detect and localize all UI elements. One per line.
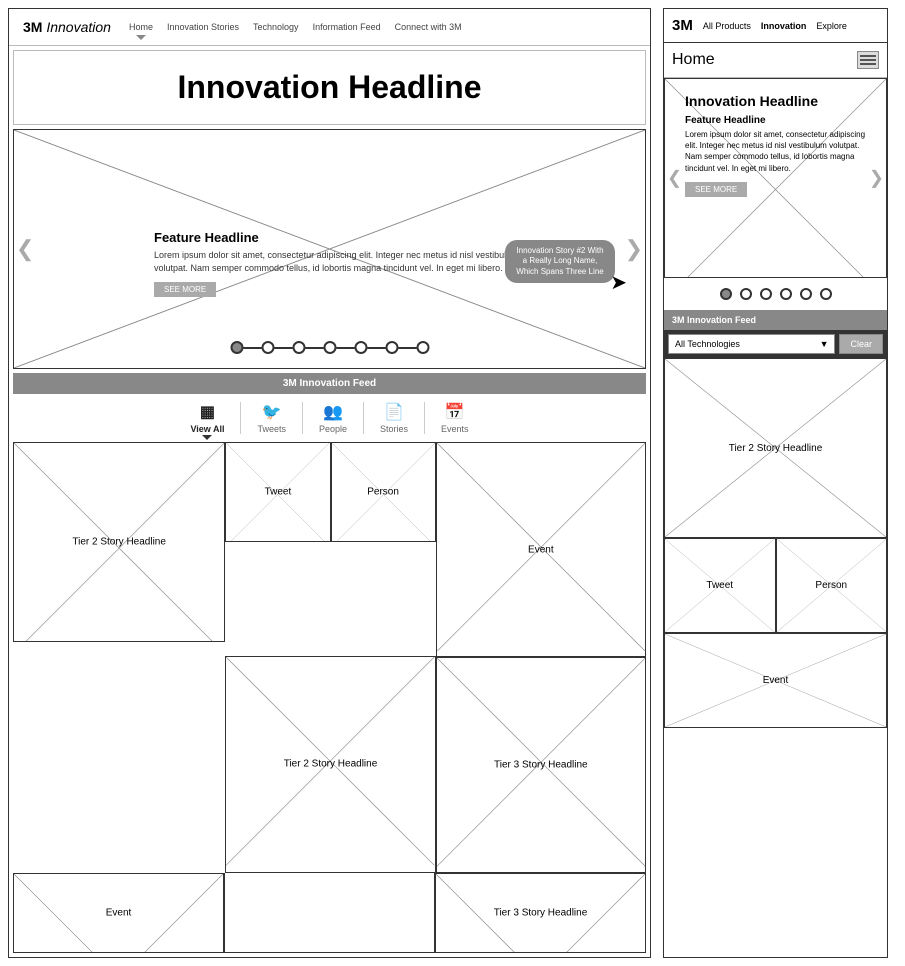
mdot-3[interactable] xyxy=(760,288,772,300)
mobile-wireframe: 3M All Products Innovation Explore Home … xyxy=(663,8,888,958)
mdot-1[interactable] xyxy=(720,288,732,300)
carousel-dots xyxy=(230,341,429,354)
tile-tier2-story-b[interactable]: Tier 2 Story Headline xyxy=(225,656,435,872)
tab-view-all[interactable]: ▦View All xyxy=(174,402,241,434)
story-tooltip: Innovation Story #2 With a Really Long N… xyxy=(505,240,615,283)
mobile-feed-grid: Tier 2 Story Headline Tweet Person Event xyxy=(664,358,887,728)
grid-icon: ▦ xyxy=(190,402,224,422)
mobile-feature-body: Lorem ipsum dolor sit amet, consectetur … xyxy=(685,129,866,174)
mobile-feed-bar: 3M Innovation Feed xyxy=(664,310,887,330)
mtile-person[interactable]: Person xyxy=(776,538,888,633)
feature-body: Lorem ipsum dolor sit amet, consectetur … xyxy=(154,249,534,274)
mobile-logo[interactable]: 3M xyxy=(672,17,693,34)
calendar-icon: 📅 xyxy=(441,402,469,422)
mobile-filter-row: All Technologies ▼ Clear xyxy=(664,330,887,358)
mtile-event[interactable]: Event xyxy=(664,633,887,728)
mobile-home-bar: Home xyxy=(664,43,887,78)
nav-technology[interactable]: Technology xyxy=(253,22,299,32)
doc-icon: 📄 xyxy=(380,402,408,422)
mobile-see-more-button[interactable]: SEE MORE xyxy=(685,182,747,197)
see-more-button[interactable]: SEE MORE xyxy=(154,282,216,297)
logo[interactable]: 3M Innovation xyxy=(23,19,111,35)
dot-2[interactable] xyxy=(261,341,274,354)
tile-tier3-story-b[interactable]: Tier 3 Story Headline xyxy=(435,873,646,953)
menu-button[interactable] xyxy=(857,51,879,69)
carousel-next-arrow[interactable]: ❯ xyxy=(625,236,643,262)
dot-7[interactable] xyxy=(416,341,429,354)
mtile-tier2[interactable]: Tier 2 Story Headline xyxy=(664,358,887,538)
tile-tier3-story-a[interactable]: Tier 3 Story Headline xyxy=(436,657,646,872)
tile-tier2-cont[interactable] xyxy=(224,873,435,953)
mdot-4[interactable] xyxy=(780,288,792,300)
dot-6[interactable] xyxy=(385,341,398,354)
tile-person[interactable]: Person xyxy=(331,442,436,542)
tile-event[interactable]: Event xyxy=(436,442,646,657)
mnav-all-products[interactable]: All Products xyxy=(703,21,751,31)
nav-connect[interactable]: Connect with 3M xyxy=(395,22,462,32)
tab-events[interactable]: 📅Events xyxy=(425,402,485,434)
bird-icon: 🐦 xyxy=(257,402,286,422)
mnav-innovation[interactable]: Innovation xyxy=(761,21,807,31)
feed-tabs: ▦View All 🐦Tweets 👥People 📄Stories 📅Even… xyxy=(9,402,650,434)
dot-1[interactable] xyxy=(230,341,243,354)
mobile-hero: ❮ ❯ Innovation Headline Feature Headline… xyxy=(664,78,887,278)
mdot-2[interactable] xyxy=(740,288,752,300)
tile-tier2-story[interactable]: Tier 2 Story Headline xyxy=(13,442,225,642)
mdot-5[interactable] xyxy=(800,288,812,300)
tile-tweet[interactable]: Tweet xyxy=(225,442,330,542)
cursor-icon: ➤ xyxy=(610,270,627,295)
hero-carousel: ❮ ❯ Feature Headline Lorem ipsum dolor s… xyxy=(13,129,646,369)
mobile-dots xyxy=(664,278,887,310)
mdot-6[interactable] xyxy=(820,288,832,300)
mobile-next-arrow[interactable]: ❯ xyxy=(869,168,884,189)
clear-button[interactable]: Clear xyxy=(839,334,883,354)
mobile-headline: Innovation Headline xyxy=(685,93,866,109)
tab-tweets[interactable]: 🐦Tweets xyxy=(241,402,303,434)
tile-event-b[interactable]: Event xyxy=(13,873,224,953)
mobile-hero-content: Innovation Headline Feature Headline Lor… xyxy=(685,93,866,197)
mtile-tweet[interactable]: Tweet xyxy=(664,538,776,633)
desktop-header: 3M Innovation Home Innovation Stories Te… xyxy=(9,9,650,46)
tab-people[interactable]: 👥People xyxy=(303,402,364,434)
dot-3[interactable] xyxy=(292,341,305,354)
tab-stories[interactable]: 📄Stories xyxy=(364,402,425,434)
technology-select[interactable]: All Technologies ▼ xyxy=(668,334,835,354)
feed-grid: Tier 2 Story Headline Tweet Person Tier … xyxy=(13,442,646,953)
dot-5[interactable] xyxy=(354,341,367,354)
feature-title: Feature Headline xyxy=(154,230,534,245)
desktop-nav: Home Innovation Stories Technology Infor… xyxy=(129,22,462,32)
chevron-down-icon: ▼ xyxy=(820,339,829,349)
carousel-prev-arrow[interactable]: ❮ xyxy=(16,236,34,262)
dot-4[interactable] xyxy=(323,341,336,354)
nav-innovation-stories[interactable]: Innovation Stories xyxy=(167,22,239,32)
home-label: Home xyxy=(672,51,715,69)
feed-bar: 3M Innovation Feed xyxy=(13,373,646,394)
mobile-feature-title: Feature Headline xyxy=(685,115,866,126)
page-headline: Innovation Headline xyxy=(13,50,646,125)
mobile-header: 3M All Products Innovation Explore xyxy=(664,9,887,43)
nav-home[interactable]: Home xyxy=(129,22,153,32)
people-icon: 👥 xyxy=(319,402,347,422)
desktop-wireframe: 3M Innovation Home Innovation Stories Te… xyxy=(8,8,651,958)
nav-information-feed[interactable]: Information Feed xyxy=(313,22,381,32)
mobile-prev-arrow[interactable]: ❮ xyxy=(667,168,682,189)
mnav-explore[interactable]: Explore xyxy=(816,21,847,31)
hero-content: Feature Headline Lorem ipsum dolor sit a… xyxy=(154,230,534,297)
